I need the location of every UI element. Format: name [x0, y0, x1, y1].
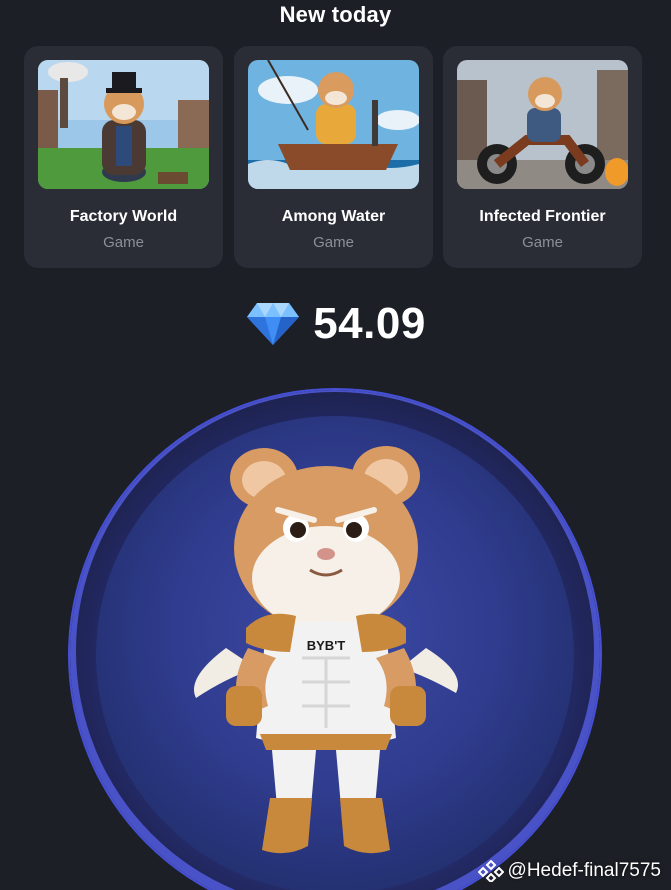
- infected-frontier-thumbnail: [457, 60, 628, 189]
- shirt-logo: BYB'T: [307, 638, 346, 653]
- section-title: New today: [279, 2, 392, 27]
- balance-amount: 54.09: [313, 299, 426, 348]
- game-card-name: Infected Frontier: [479, 208, 606, 225]
- factory-world-thumbnail: [38, 60, 209, 189]
- game-card-type: Game: [103, 234, 144, 251]
- among-water-thumbnail: [248, 60, 419, 189]
- game-card-type: Game: [522, 234, 563, 251]
- game-card-name: Among Water: [281, 208, 386, 225]
- hamster-bybit-character[interactable]: BYB'T: [186, 438, 466, 868]
- game-card-among-water[interactable]: Among Water Game: [234, 46, 433, 268]
- game-card-factory-world[interactable]: Factory World Game: [24, 46, 223, 268]
- watermark: @Hedef-final7575: [477, 860, 661, 882]
- watermark-text: @Hedef-final7575: [507, 860, 661, 881]
- binance-diamond-icon: [477, 860, 504, 882]
- diamond-icon: [247, 303, 300, 345]
- new-today-cards: Factory World Game Among Water Game Infe…: [24, 46, 648, 268]
- balance: 54.09: [0, 296, 671, 352]
- game-card-infected-frontier[interactable]: Infected Frontier Game: [443, 46, 642, 268]
- game-card-type: Game: [313, 234, 354, 251]
- game-card-name: Factory World: [69, 208, 178, 225]
- page: New today Factory World Game Among Water…: [0, 0, 671, 890]
